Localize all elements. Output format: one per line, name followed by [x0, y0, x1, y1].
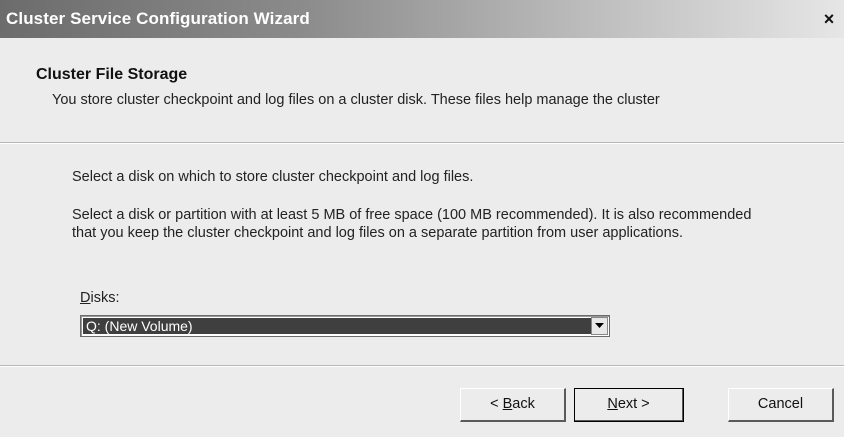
chevron-down-icon[interactable]: [591, 317, 608, 335]
disks-label-hotkey: D: [80, 290, 91, 306]
next-button[interactable]: Next >: [574, 388, 684, 422]
page-description: You store cluster checkpoint and log fil…: [52, 92, 660, 108]
window-title: Cluster Service Configuration Wizard: [6, 9, 310, 28]
header-divider: [0, 142, 844, 144]
next-hotkey: N: [607, 396, 618, 412]
wizard-dialog: Cluster Service Configuration Wizard × C…: [0, 0, 844, 437]
cancel-button[interactable]: Cancel: [728, 388, 834, 422]
disks-label: Disks:: [80, 290, 119, 306]
back-label: ack: [512, 396, 535, 412]
back-hotkey: B: [502, 396, 513, 412]
footer-divider: [0, 365, 844, 367]
next-label: ext >: [617, 396, 650, 412]
back-button[interactable]: < Back: [460, 388, 566, 422]
disks-selected-value: Q: (New Volume): [83, 318, 591, 334]
page-title: Cluster File Storage: [36, 66, 188, 83]
back-prefix: <: [490, 396, 503, 412]
close-icon[interactable]: ×: [820, 10, 838, 28]
disks-dropdown[interactable]: Q: (New Volume): [80, 315, 610, 337]
disks-label-text: isks:: [90, 290, 120, 306]
wizard-header: Cluster File Storage You store cluster c…: [0, 38, 844, 138]
instruction-text: Select a disk on which to store cluster …: [72, 169, 474, 185]
requirement-text: Select a disk or partition with at least…: [72, 207, 752, 241]
title-bar[interactable]: Cluster Service Configuration Wizard ×: [0, 0, 844, 38]
